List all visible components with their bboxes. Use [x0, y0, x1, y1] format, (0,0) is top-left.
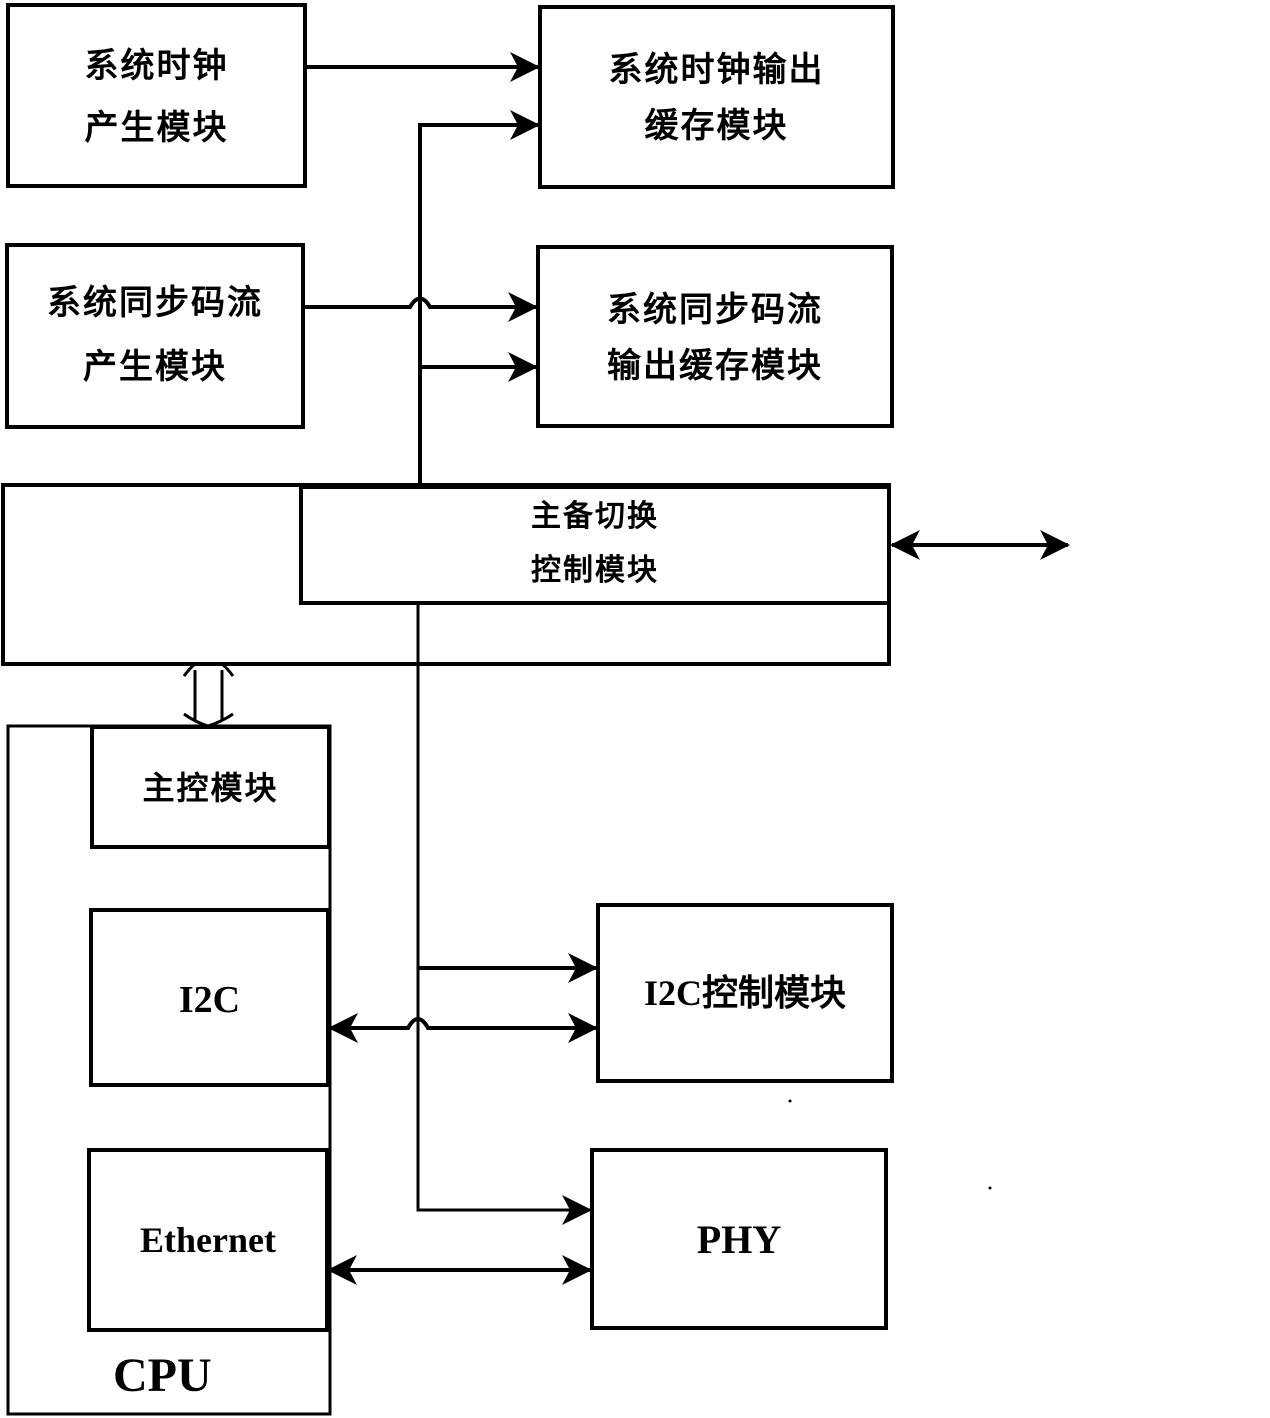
- switch-ctrl-label: 主备切换 控制模块: [531, 499, 659, 588]
- block-diagram: [1, 3, 1070, 1416]
- phy-label: PHY: [696, 1217, 782, 1262]
- speck-dot: [788, 1099, 792, 1103]
- i2c-to-i2c-ctrl-bidirectional-arrow: [328, 1013, 598, 1043]
- bus-bidirectional-arrow: [182, 662, 235, 728]
- sync-gen-label: 系统同步码流 产生模块: [47, 283, 263, 387]
- ethernet-label: Ethernet: [140, 1220, 276, 1260]
- sync-out-label: 系统同步码流 输出缓存模块: [607, 290, 823, 386]
- cpu-label: CPU: [113, 1349, 212, 1402]
- clock-out-label: 系统时钟输出 缓存模块: [608, 50, 825, 146]
- clock-gen-label: 系统时钟 产生模块: [84, 46, 229, 148]
- i2c-ctrl-label: I2C控制模块: [643, 973, 846, 1013]
- i2c-label: I2C: [178, 979, 241, 1021]
- speck-dot: [988, 1186, 992, 1190]
- switch-down-trunk: [416, 603, 592, 1225]
- main-ctrl-label: 主控模块: [142, 769, 279, 807]
